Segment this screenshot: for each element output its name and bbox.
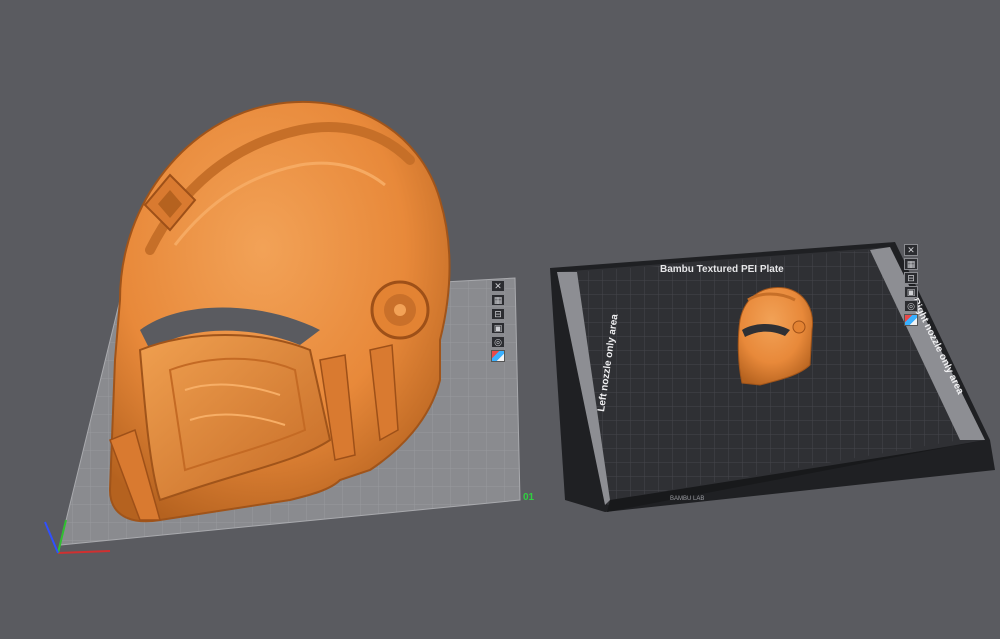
arrange-icon[interactable]: ▦	[491, 294, 505, 306]
settings-icon[interactable]: ◎	[491, 336, 505, 348]
plate-2-toolbar: ✕ ▦ ⊟ ▣ ◎	[904, 244, 918, 326]
lock-icon[interactable]: ▣	[491, 322, 505, 334]
rosette-ornament	[370, 280, 430, 340]
plate-2-title: Bambu Textured PEI Plate	[660, 264, 784, 275]
orient-icon[interactable]: ⊟	[904, 272, 918, 284]
close-icon[interactable]: ✕	[904, 244, 918, 256]
close-icon[interactable]: ✕	[491, 280, 505, 292]
plate-1-index-label: 01	[523, 492, 535, 503]
plate-2-logo: BAMBU LAB	[670, 496, 704, 502]
orient-icon[interactable]: ⊟	[491, 308, 505, 320]
lock-icon[interactable]: ▣	[904, 286, 918, 298]
arrange-icon[interactable]: ▦	[904, 258, 918, 270]
color-icon[interactable]	[904, 314, 918, 326]
settings-icon[interactable]: ◎	[904, 300, 918, 312]
plate-1-toolbar: ✕ ▦ ⊟ ▣ ◎	[491, 280, 505, 362]
helmet-model-small[interactable]	[737, 286, 814, 386]
color-icon[interactable]	[491, 350, 505, 362]
